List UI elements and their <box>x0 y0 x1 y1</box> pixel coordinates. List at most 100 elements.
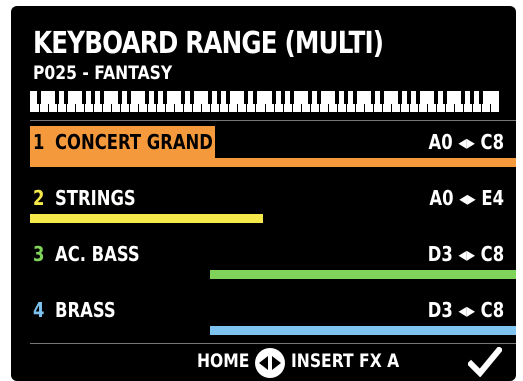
black-key <box>433 91 438 104</box>
black-key <box>406 91 411 104</box>
white-key-separator <box>390 104 392 112</box>
white-key-separator <box>444 104 446 112</box>
white-key-separator <box>291 104 293 112</box>
white-key-separator <box>363 104 365 112</box>
home-button[interactable]: HOME <box>197 350 249 372</box>
black-key <box>244 91 249 104</box>
white-key-separator <box>489 104 491 112</box>
white-key-separator <box>111 104 113 112</box>
keyboard-graphic <box>30 91 499 112</box>
white-key-separator <box>165 104 167 112</box>
white-key-separator <box>129 104 131 112</box>
white-key-separator <box>426 104 428 112</box>
white-key-separator <box>336 104 338 112</box>
black-key <box>217 91 222 104</box>
black-key <box>469 91 474 104</box>
zone-range[interactable]: D3 ◂▸ C8 <box>428 298 504 322</box>
black-key <box>226 91 231 104</box>
white-key-separator <box>219 104 221 112</box>
white-key-separator <box>228 104 230 112</box>
black-key <box>307 91 312 104</box>
zone-number: 3 <box>33 242 45 266</box>
white-key-separator <box>318 104 320 112</box>
black-key <box>190 91 195 104</box>
black-key <box>442 91 447 104</box>
black-key <box>127 91 132 104</box>
white-key-separator <box>408 104 410 112</box>
black-key <box>352 91 357 104</box>
black-key <box>280 91 285 104</box>
white-key-separator <box>57 104 59 112</box>
insert-fx-button[interactable]: INSERT FX A <box>291 350 399 372</box>
white-key-separator <box>399 104 401 112</box>
white-key-separator <box>246 104 248 112</box>
white-key-separator <box>327 104 329 112</box>
white-key-separator <box>462 104 464 112</box>
white-key-separator <box>255 104 257 112</box>
black-key <box>163 91 168 104</box>
zone-range-bar <box>209 270 516 279</box>
black-key <box>208 91 213 104</box>
black-key <box>334 91 339 104</box>
black-key <box>343 91 348 104</box>
white-key-separator <box>354 104 356 112</box>
zone-range-bar <box>209 326 516 335</box>
zone-row-4[interactable]: 4 BRASS D3 ◂▸ C8 <box>11 294 516 346</box>
white-key-separator <box>273 104 275 112</box>
white-key-separator <box>75 104 77 112</box>
white-key-separator <box>66 104 68 112</box>
page-title: KEYBOARD RANGE (MULTI) <box>33 26 384 61</box>
zone-row-1[interactable]: 1 CONCERT GRAND A0 ◂▸ C8 <box>11 126 516 178</box>
zone-number: 1 <box>33 130 45 154</box>
white-key-separator <box>138 104 140 112</box>
white-key-separator <box>435 104 437 112</box>
left-right-circle-icon[interactable] <box>255 348 285 378</box>
white-key-separator <box>102 104 104 112</box>
white-key-separator <box>84 104 86 112</box>
black-key <box>154 91 159 104</box>
black-key <box>145 91 150 104</box>
zone-range[interactable]: A0 ◂▸ C8 <box>429 130 504 154</box>
black-key <box>82 91 87 104</box>
white-key-separator <box>210 104 212 112</box>
display-screen: KEYBOARD RANGE (MULTI) P025 - FANTASY 1C… <box>11 6 516 381</box>
zone-row-2[interactable]: 2 STRINGS A0 ◂▸ E4 <box>11 182 516 234</box>
white-key-separator <box>156 104 158 112</box>
black-key <box>118 91 123 104</box>
zone-number: 4 <box>33 298 45 322</box>
zone-row-3[interactable]: 3 AC. BASS D3 ◂▸ C8 <box>11 238 516 290</box>
zone-number: 2 <box>33 186 45 210</box>
white-key-separator <box>417 104 419 112</box>
white-key-separator <box>480 104 482 112</box>
zone-name: AC. BASS <box>55 242 140 266</box>
black-key <box>397 91 402 104</box>
white-key-separator <box>120 104 122 112</box>
checkmark-icon[interactable] <box>466 345 504 378</box>
white-key-separator <box>471 104 473 112</box>
white-key-separator <box>264 104 266 112</box>
white-key-separator <box>192 104 194 112</box>
white-key-separator <box>201 104 203 112</box>
black-key <box>55 91 60 104</box>
white-key-separator <box>39 104 41 112</box>
black-key <box>379 91 384 104</box>
white-key-separator <box>48 104 50 112</box>
black-key <box>271 91 276 104</box>
white-key-separator <box>309 104 311 112</box>
black-key <box>91 91 96 104</box>
zone-name: BRASS <box>55 298 116 322</box>
white-key-separator <box>372 104 374 112</box>
zone-range[interactable]: A0 ◂▸ E4 <box>429 186 504 210</box>
white-key-separator <box>282 104 284 112</box>
black-key <box>64 91 69 104</box>
zone-range[interactable]: D3 ◂▸ C8 <box>428 242 504 266</box>
zone-name: STRINGS <box>55 186 136 210</box>
black-key <box>37 91 42 104</box>
footer-bar: HOME INSERT FX A <box>11 343 516 381</box>
white-key-separator <box>453 104 455 112</box>
black-key <box>253 91 258 104</box>
white-key-separator <box>93 104 95 112</box>
white-key-separator <box>174 104 176 112</box>
zone-name: CONCERT GRAND <box>55 130 213 154</box>
black-key <box>370 91 375 104</box>
